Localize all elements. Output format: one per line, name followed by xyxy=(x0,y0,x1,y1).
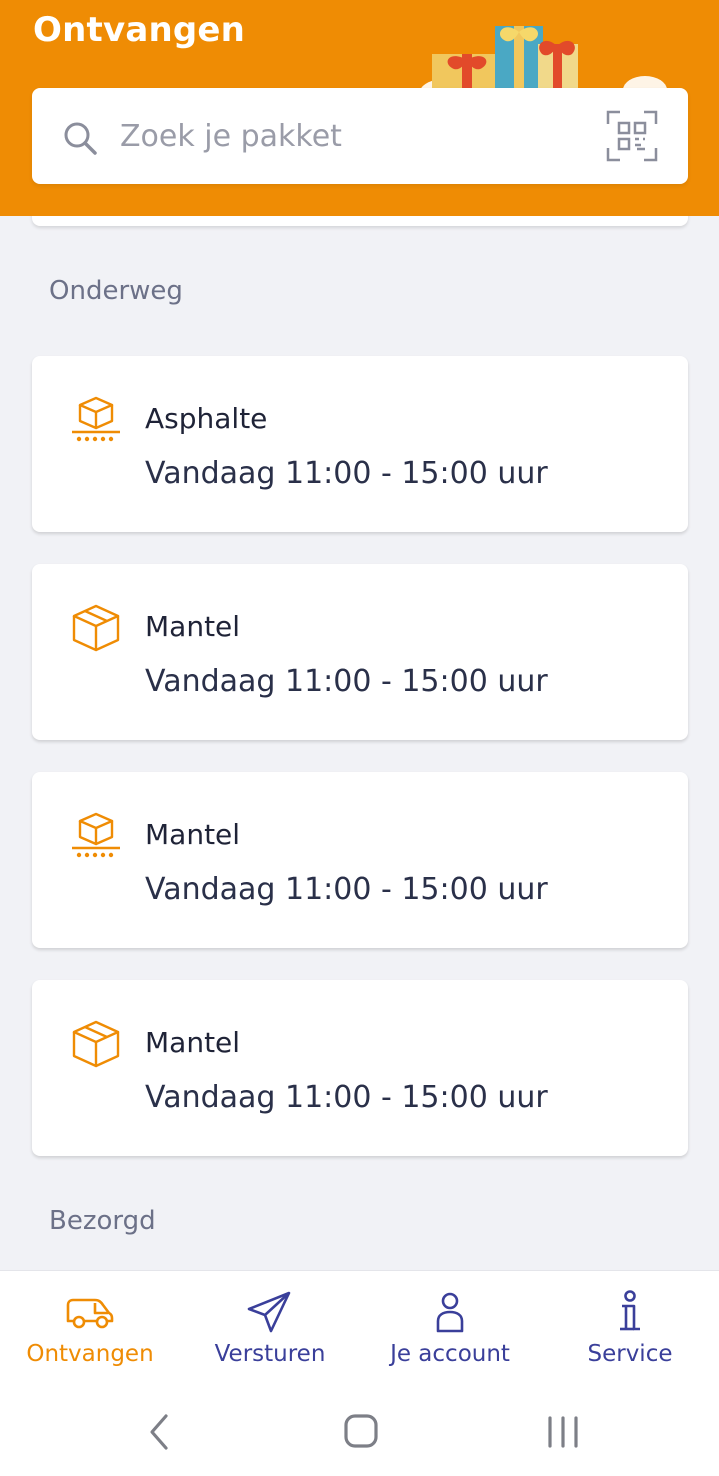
parcel-sender: Asphalte xyxy=(145,402,268,435)
parcel-card[interactable]: Mantel Vandaag 11:00 - 15:00 uur xyxy=(32,772,688,948)
nav-tab-send[interactable]: Versturen xyxy=(180,1271,360,1389)
search-bar[interactable] xyxy=(32,88,688,184)
parcel-card[interactable]: Asphalte Vandaag 11:00 - 15:00 uur xyxy=(32,356,688,532)
delivery-van-icon xyxy=(66,1298,114,1329)
parcel-sender: Mantel xyxy=(145,818,241,851)
parcel-delivery-time: Vandaag 11:00 - 15:00 uur xyxy=(145,664,548,699)
nav-tab-service[interactable]: Service xyxy=(540,1271,719,1389)
parcel-sender: Mantel xyxy=(145,610,241,643)
nav-tab-receive[interactable]: Ontvangen xyxy=(0,1271,180,1389)
search-input[interactable] xyxy=(120,88,580,184)
parcel-sender: Mantel xyxy=(145,1026,241,1059)
system-navigation-bar xyxy=(0,1388,719,1476)
recent-apps-icon[interactable] xyxy=(538,1410,588,1454)
section-heading-in-transit: Onderweg xyxy=(49,276,183,306)
nav-label-send: Versturen xyxy=(214,1341,326,1367)
package-box-icon xyxy=(72,1020,120,1068)
package-conveyor-icon xyxy=(72,812,120,858)
bottom-navigation: Ontvangen Versturen Je account Service xyxy=(0,1270,719,1388)
info-service-icon xyxy=(620,1290,640,1331)
nav-label-account: Je account xyxy=(390,1341,510,1367)
nav-tab-account[interactable]: Je account xyxy=(360,1271,540,1389)
qr-scan-icon[interactable] xyxy=(606,110,658,162)
back-icon[interactable] xyxy=(135,1410,185,1454)
app-header: Ontvangen xyxy=(0,0,719,216)
home-icon[interactable] xyxy=(336,1410,386,1454)
parcel-delivery-time: Vandaag 11:00 - 15:00 uur xyxy=(145,872,548,907)
nav-label-service: Service xyxy=(587,1341,673,1367)
parcel-card[interactable]: Mantel Vandaag 11:00 - 15:00 uur xyxy=(32,980,688,1156)
package-conveyor-icon xyxy=(72,396,120,442)
parcel-list: Onderweg Asphalte Vandaag 11:00 - 15:00 … xyxy=(0,196,719,1270)
user-account-icon xyxy=(436,1292,464,1333)
parcel-delivery-time: Vandaag 11:00 - 15:00 uur xyxy=(145,456,548,491)
search-icon xyxy=(64,122,97,155)
page-title: Ontvangen xyxy=(33,10,246,50)
parcel-card[interactable]: Mantel Vandaag 11:00 - 15:00 uur xyxy=(32,564,688,740)
package-box-icon xyxy=(72,604,120,652)
section-heading-delivered: Bezorgd xyxy=(49,1206,156,1236)
nav-label-receive: Ontvangen xyxy=(26,1341,154,1367)
parcel-delivery-time: Vandaag 11:00 - 15:00 uur xyxy=(145,1080,548,1115)
send-paper-plane-icon xyxy=(247,1291,291,1333)
